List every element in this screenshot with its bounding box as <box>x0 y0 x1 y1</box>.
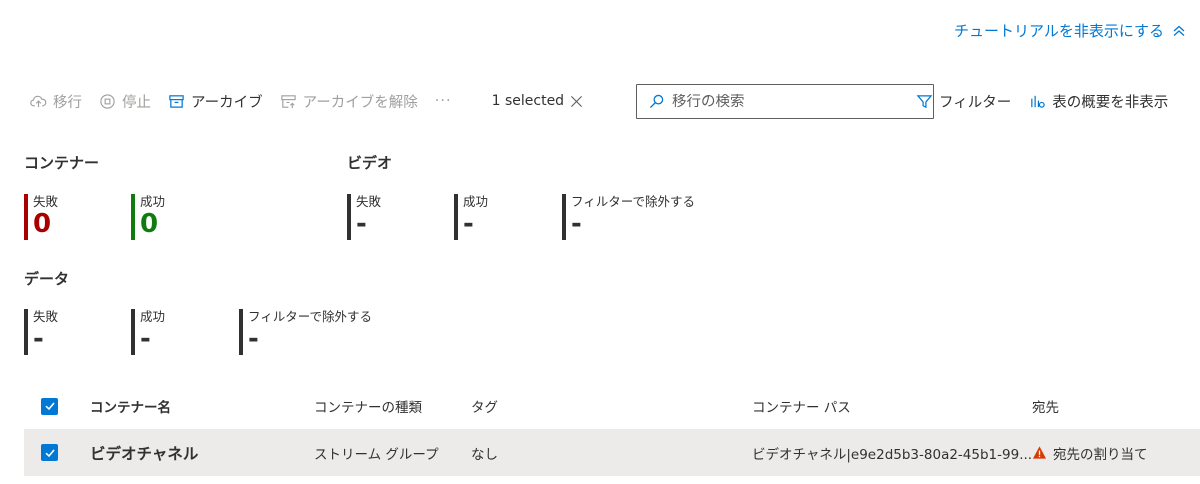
stat-label: 失敗 <box>33 309 59 324</box>
videos-failed-stat: 失敗 - <box>347 194 381 240</box>
selection-indicator: 1 selected <box>492 93 583 109</box>
filter-button[interactable]: フィルター <box>916 91 1011 112</box>
containers-success-stat: 成功 0 <box>131 194 165 240</box>
chevron-double-up-icon <box>1173 25 1185 36</box>
videos-success-stat: 成功 - <box>454 194 488 240</box>
clear-selection-icon[interactable] <box>570 95 583 108</box>
cloud-upload-icon <box>30 95 47 107</box>
archive-label: アーカイブ <box>191 94 263 111</box>
stat-label: 成功 <box>140 309 166 324</box>
container-name[interactable]: ビデオチャネル <box>90 442 198 464</box>
row-checkbox[interactable] <box>41 444 58 461</box>
select-all-checkbox[interactable] <box>41 397 58 415</box>
data-success-stat: 成功 - <box>131 309 165 355</box>
more-button[interactable]: ··· <box>435 93 452 109</box>
stat-value: 0 <box>33 209 52 239</box>
migrate-label: 移行 <box>53 94 82 111</box>
stat-value: - <box>356 209 367 239</box>
destination-cell[interactable]: 宛先の割り当て <box>1032 443 1148 463</box>
search-box[interactable] <box>636 84 934 119</box>
table-header-row: コンテナー名 コンテナーの種類 タグ コンテナー パス 宛先 <box>24 386 1200 426</box>
videos-summary-title: ビデオ <box>347 154 393 172</box>
containers-table: コンテナー名 コンテナーの種類 タグ コンテナー パス 宛先 ビデオチャネル ス… <box>24 386 1200 476</box>
stat-label: フィルターで除外する <box>571 194 696 209</box>
column-header-type[interactable]: コンテナーの種類 <box>314 396 422 416</box>
search-icon <box>649 94 664 109</box>
unarchive-label: アーカイブを解除 <box>302 94 418 111</box>
container-tag: なし <box>471 446 498 463</box>
containers-failed-stat: 失敗 0 <box>24 194 58 240</box>
stat-label: 成功 <box>463 194 489 209</box>
stop-icon <box>100 93 115 109</box>
column-header-name[interactable]: コンテナー名 <box>90 396 171 416</box>
right-tools: フィルター 表の概要を非表示 <box>916 84 1186 118</box>
stat-label: 失敗 <box>356 194 382 209</box>
hide-tutorial-link[interactable]: チュートリアルを非表示にする <box>954 20 1186 41</box>
hide-summary-label: 表の概要を非表示 <box>1052 94 1169 111</box>
command-bar: 移行 停止 アーカイブ アーカイブを解除 ··· 1 selected 移行の検… <box>30 84 1200 119</box>
chart-settings-icon <box>1031 95 1045 108</box>
filter-label: フィルター <box>939 94 1012 111</box>
container-type: ストリーム グループ <box>314 446 439 463</box>
data-failed-stat: 失敗 - <box>24 309 58 355</box>
column-header-tag[interactable]: タグ <box>471 396 498 416</box>
warning-icon <box>1032 445 1047 460</box>
column-header-dest[interactable]: 宛先 <box>1032 396 1059 416</box>
containers-summary-title: コンテナー <box>24 154 100 172</box>
container-path: ビデオチャネル|e9e2d5b3-80a2-45b1-99... <box>752 446 1033 463</box>
hide-summary-button[interactable]: 表の概要を非表示 <box>1029 91 1168 112</box>
selected-count: 1 selected <box>491 93 565 109</box>
stat-value: - <box>571 209 582 239</box>
videos-filtered-stat: フィルターで除外する - <box>562 194 695 240</box>
column-header-path[interactable]: コンテナー パス <box>752 396 851 416</box>
data-filtered-stat: フィルターで除外する - <box>239 309 372 355</box>
data-summary-title: データ <box>24 270 70 288</box>
stat-value: - <box>140 324 151 354</box>
migrate-button[interactable]: 移行 <box>30 91 82 112</box>
stat-value: - <box>463 209 474 239</box>
archive-button[interactable]: アーカイブ <box>168 91 263 112</box>
stat-value: 0 <box>140 209 159 239</box>
hide-tutorial-label: チュートリアルを非表示にする <box>953 22 1164 40</box>
stop-button[interactable]: 停止 <box>99 91 151 112</box>
stat-label: 失敗 <box>33 194 59 209</box>
checkmark-icon <box>44 402 55 411</box>
search-input[interactable] <box>672 93 892 110</box>
stat-label: 成功 <box>140 194 166 209</box>
table-row[interactable]: ビデオチャネル ストリーム グループ なし ビデオチャネル|e9e2d5b3-8… <box>24 429 1200 476</box>
archive-icon <box>169 94 184 108</box>
stat-value: - <box>33 324 44 354</box>
stop-label: 停止 <box>122 94 151 111</box>
unarchive-icon <box>280 94 296 108</box>
stat-label: フィルターで除外する <box>248 309 373 324</box>
assign-destination-link[interactable]: 宛先の割り当て <box>1053 443 1148 463</box>
unarchive-button[interactable]: アーカイブを解除 <box>280 91 418 112</box>
checkmark-icon <box>44 448 55 457</box>
filter-icon <box>916 94 933 108</box>
stat-value: - <box>248 324 259 354</box>
